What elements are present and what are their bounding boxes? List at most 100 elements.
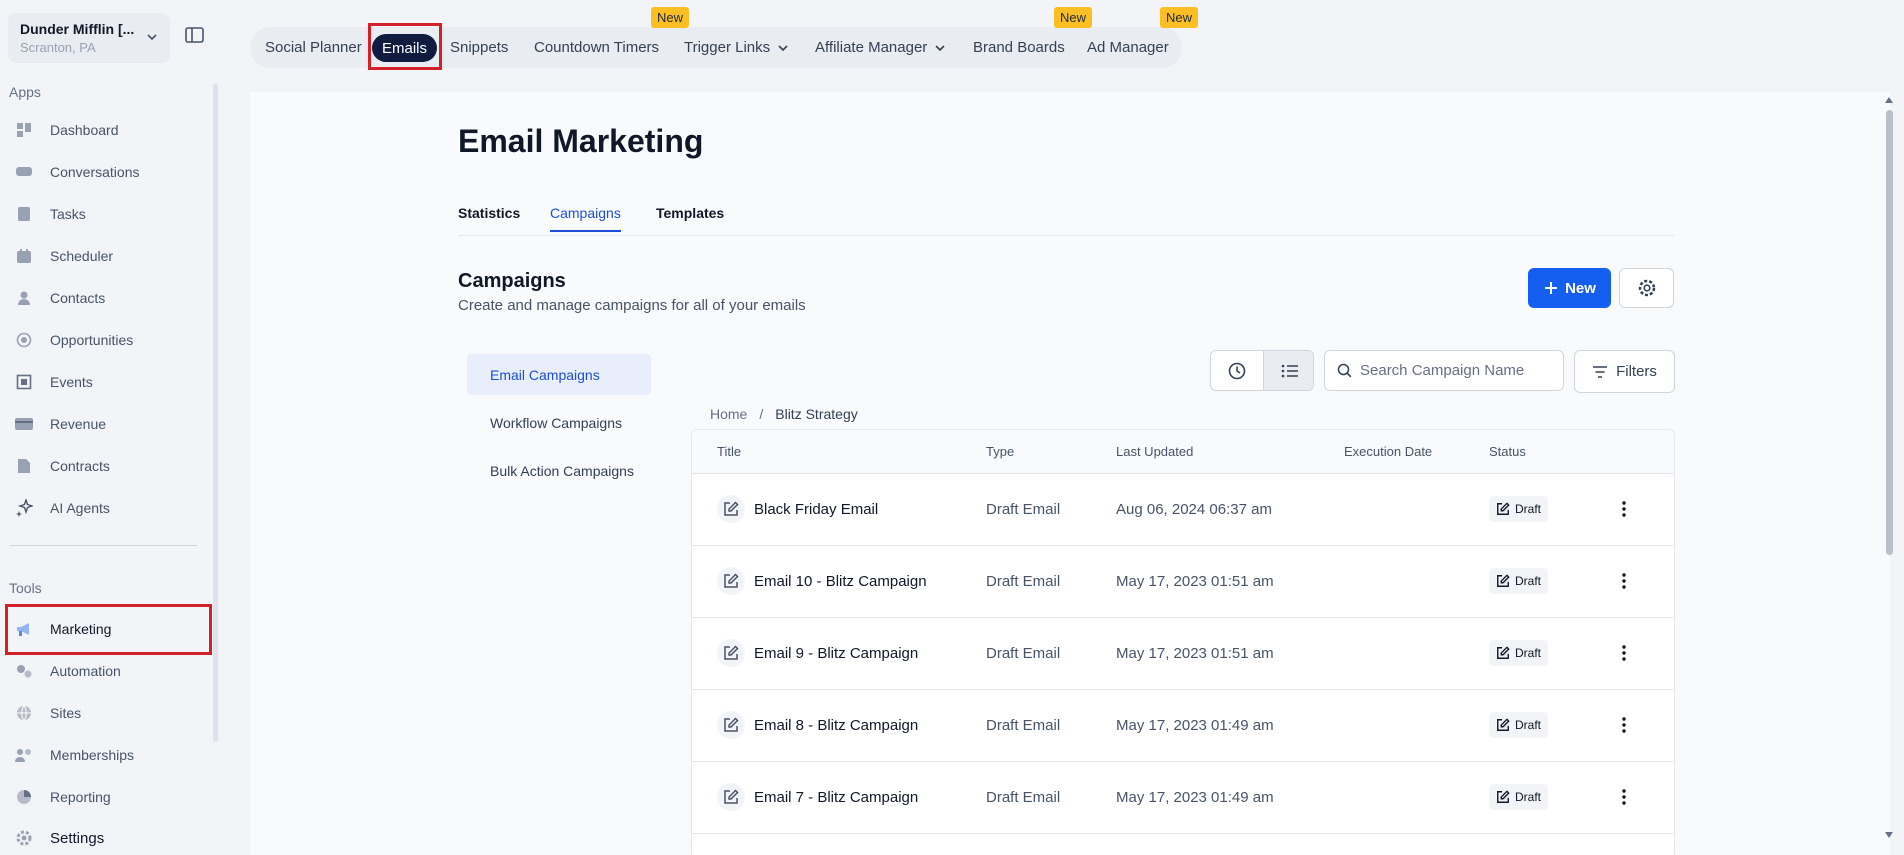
sidebar-item-contacts[interactable]: Contacts xyxy=(8,280,208,316)
campaign-title[interactable]: Email 10 - Blitz Campaign xyxy=(754,573,927,590)
menu-bulk-action-campaigns[interactable]: Bulk Action Campaigns xyxy=(467,450,651,491)
tab-emails[interactable]: Emails xyxy=(372,34,438,62)
tab-affiliate-manager[interactable]: Affiliate Manager xyxy=(815,27,946,68)
sidebar-scrollbar[interactable] xyxy=(213,84,218,742)
sidebar-item-memberships[interactable]: Memberships xyxy=(8,737,208,773)
apps-section-label: Apps xyxy=(9,84,41,100)
tab-social-planner[interactable]: Social Planner xyxy=(265,27,362,68)
tab-templates[interactable]: Templates xyxy=(656,205,724,230)
sidebar-item-dashboard[interactable]: Dashboard xyxy=(8,112,208,148)
tab-countdown-timers[interactable]: Countdown Timers xyxy=(534,27,659,68)
filters-button[interactable]: Filters xyxy=(1574,350,1675,393)
tab-brand-boards[interactable]: Brand Boards xyxy=(973,27,1065,68)
sidebar-item-sites[interactable]: Sites xyxy=(8,695,208,731)
sidebar-item-label: Contacts xyxy=(50,290,106,306)
target-icon xyxy=(14,330,34,350)
sidebar-item-label: Tasks xyxy=(50,206,86,222)
sidebar-item-label: Dashboard xyxy=(50,122,119,138)
chevron-down-icon xyxy=(147,34,157,41)
more-options-icon[interactable] xyxy=(1614,714,1634,736)
table-row[interactable]: Email 8 - Blitz Campaign Draft Email May… xyxy=(692,690,1674,762)
more-options-icon[interactable] xyxy=(1614,786,1634,808)
sidebar-item-scheduler[interactable]: Scheduler xyxy=(8,238,208,274)
history-view-button[interactable] xyxy=(1211,351,1263,390)
sidebar-collapse-icon[interactable] xyxy=(184,24,206,46)
sidebar-item-contracts[interactable]: Contracts xyxy=(8,448,208,484)
sidebar-item-label: Conversations xyxy=(50,164,140,180)
campaign-title[interactable]: Email 8 - Blitz Campaign xyxy=(754,717,918,734)
edit-icon xyxy=(717,495,745,523)
scrollbar-thumb[interactable] xyxy=(1886,110,1893,555)
chat-icon xyxy=(14,162,34,182)
person-icon xyxy=(14,288,34,308)
more-options-icon[interactable] xyxy=(1614,570,1634,592)
table-row[interactable]: Email 9 - Blitz Campaign Draft Email May… xyxy=(692,618,1674,690)
tab-label: Brand Boards xyxy=(973,39,1065,56)
campaign-type: Draft Email xyxy=(986,645,1061,662)
campaign-title[interactable]: Email 9 - Blitz Campaign xyxy=(754,645,918,662)
tab-ad-manager[interactable]: Ad Manager xyxy=(1087,27,1169,68)
edit-icon xyxy=(1497,718,1510,731)
globe-icon xyxy=(14,703,34,723)
menu-email-campaigns[interactable]: Email Campaigns xyxy=(467,354,651,395)
location-switcher[interactable]: Dunder Mifflin [... Scranton, PA xyxy=(8,13,170,63)
campaign-last-updated: May 17, 2023 01:49 am xyxy=(1116,717,1274,734)
campaign-type: Draft Email xyxy=(986,573,1061,590)
sidebar-item-tasks[interactable]: Tasks xyxy=(8,196,208,232)
chevron-down-icon xyxy=(778,44,788,51)
campaigns-table: Title Type Last Updated Execution Date S… xyxy=(691,429,1675,855)
column-type: Type xyxy=(986,444,1015,459)
email-tabs: Statistics Campaigns Templates xyxy=(458,205,1675,236)
sidebar-item-events[interactable]: Events xyxy=(8,364,208,400)
sidebar-item-ai-agents[interactable]: AI Agents xyxy=(8,490,208,526)
campaign-title[interactable]: Black Friday Email xyxy=(754,501,878,518)
tab-campaigns[interactable]: Campaigns xyxy=(550,205,621,232)
more-options-icon[interactable] xyxy=(1614,642,1634,664)
more-options-icon[interactable] xyxy=(1614,498,1634,520)
sidebar-item-automation[interactable]: Automation xyxy=(8,653,208,689)
sidebar-item-label: Events xyxy=(50,374,93,390)
list-view-button[interactable] xyxy=(1263,351,1313,390)
tab-trigger-links[interactable]: Trigger Links xyxy=(684,27,789,68)
sidebar-item-opportunities[interactable]: Opportunities xyxy=(8,322,208,358)
scroll-up-icon[interactable] xyxy=(1885,97,1893,103)
menu-workflow-campaigns[interactable]: Workflow Campaigns xyxy=(467,402,651,443)
campaign-last-updated: Aug 06, 2024 06:37 am xyxy=(1116,501,1272,518)
tab-snippets[interactable]: Snippets xyxy=(450,27,508,68)
table-row[interactable]: Email 10 - Blitz Campaign Draft Email Ma… xyxy=(692,546,1674,618)
card-icon xyxy=(14,414,34,434)
sidebar-item-settings[interactable]: Settings xyxy=(8,820,208,855)
sidebar-item-reporting[interactable]: Reporting xyxy=(8,779,208,815)
section-description: Create and manage campaigns for all of y… xyxy=(458,297,806,314)
status-badge: Draft xyxy=(1489,712,1549,738)
table-row[interactable]: Black Friday Email Draft Email Aug 06, 2… xyxy=(692,474,1674,546)
new-button-label: New xyxy=(1565,279,1596,297)
sidebar-item-label: Automation xyxy=(50,663,121,679)
status-badge: Draft xyxy=(1489,496,1549,522)
tab-statistics[interactable]: Statistics xyxy=(458,205,520,230)
edit-icon xyxy=(1497,790,1510,803)
edit-icon xyxy=(717,639,745,667)
tools-section-label: Tools xyxy=(9,580,42,596)
settings-button[interactable] xyxy=(1619,268,1674,308)
sidebar-item-revenue[interactable]: Revenue xyxy=(8,406,208,442)
scroll-down-icon[interactable] xyxy=(1885,832,1893,838)
sidebar-item-conversations[interactable]: Conversations xyxy=(8,154,208,190)
sidebar-item-marketing[interactable]: Marketing xyxy=(8,611,208,647)
view-toggle xyxy=(1210,350,1314,391)
breadcrumb-home[interactable]: Home xyxy=(710,406,747,422)
campaign-last-updated: May 17, 2023 01:51 am xyxy=(1116,645,1274,662)
sidebar-item-label: AI Agents xyxy=(50,500,110,516)
document-icon xyxy=(14,456,34,476)
section-title: Campaigns xyxy=(458,270,566,292)
new-campaign-button[interactable]: New xyxy=(1528,268,1611,308)
search-box xyxy=(1324,350,1564,391)
sidebar-item-label: Scheduler xyxy=(50,248,114,264)
main-scrollbar[interactable] xyxy=(1884,92,1894,842)
table-row[interactable]: Email 7 - Blitz Campaign Draft Email May… xyxy=(692,762,1674,834)
campaign-type: Draft Email xyxy=(986,501,1061,518)
search-campaign-input[interactable] xyxy=(1360,362,1560,379)
tab-label: Affiliate Manager xyxy=(815,39,928,56)
sparkle-icon xyxy=(14,498,34,518)
campaign-title[interactable]: Email 7 - Blitz Campaign xyxy=(754,789,918,806)
